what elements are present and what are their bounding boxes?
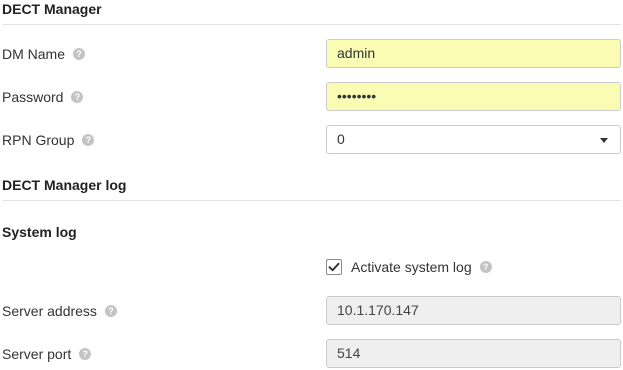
section-divider — [2, 24, 621, 25]
section-divider — [2, 200, 621, 201]
server-address-input[interactable] — [326, 296, 621, 325]
activate-system-log-checkbox[interactable] — [326, 259, 342, 275]
server-port-row: Server port? — [0, 339, 623, 369]
dm-name-label: DM Name — [2, 46, 66, 62]
help-icon[interactable]: ? — [479, 261, 492, 274]
server-address-row: Server address? — [0, 296, 623, 326]
activate-system-log-label: Activate system log — [351, 259, 472, 275]
server-port-input[interactable] — [326, 339, 621, 368]
help-icon[interactable]: ? — [71, 91, 84, 104]
dm-name-input[interactable] — [326, 39, 621, 68]
activate-system-log-label-wrap: Activate system log? — [351, 252, 492, 282]
server-port-label: Server port — [2, 346, 72, 362]
server-address-label: Server address — [2, 303, 97, 319]
section-title-system-log: System log — [2, 224, 77, 240]
password-row: Password? •••••••• — [0, 82, 623, 112]
password-label: Password — [2, 89, 64, 105]
rpn-group-label: RPN Group — [2, 132, 75, 148]
server-port-label-wrap: Server port? — [2, 339, 92, 369]
rpn-group-selected-value: 0 — [337, 131, 345, 147]
rpn-group-row: RPN Group? 0 — [0, 125, 623, 155]
dm-name-label-wrap: DM Name? — [2, 39, 86, 69]
help-icon[interactable]: ? — [82, 134, 95, 147]
server-address-label-wrap: Server address? — [2, 296, 117, 326]
password-label-wrap: Password? — [2, 82, 84, 112]
rpn-group-select[interactable]: 0 — [326, 125, 621, 154]
password-input[interactable]: •••••••• — [326, 82, 621, 111]
dm-name-row: DM Name? — [0, 39, 623, 69]
chevron-down-icon — [600, 138, 608, 143]
help-icon[interactable]: ? — [73, 48, 86, 61]
help-icon[interactable]: ? — [104, 305, 117, 318]
activate-system-log-row: Activate system log? — [0, 252, 623, 282]
rpn-group-label-wrap: RPN Group? — [2, 125, 95, 155]
section-title-dect-manager-log: DECT Manager log — [2, 177, 127, 193]
section-title-dect-manager: DECT Manager — [2, 1, 102, 17]
help-icon[interactable]: ? — [79, 348, 92, 361]
checkmark-icon — [328, 262, 340, 272]
